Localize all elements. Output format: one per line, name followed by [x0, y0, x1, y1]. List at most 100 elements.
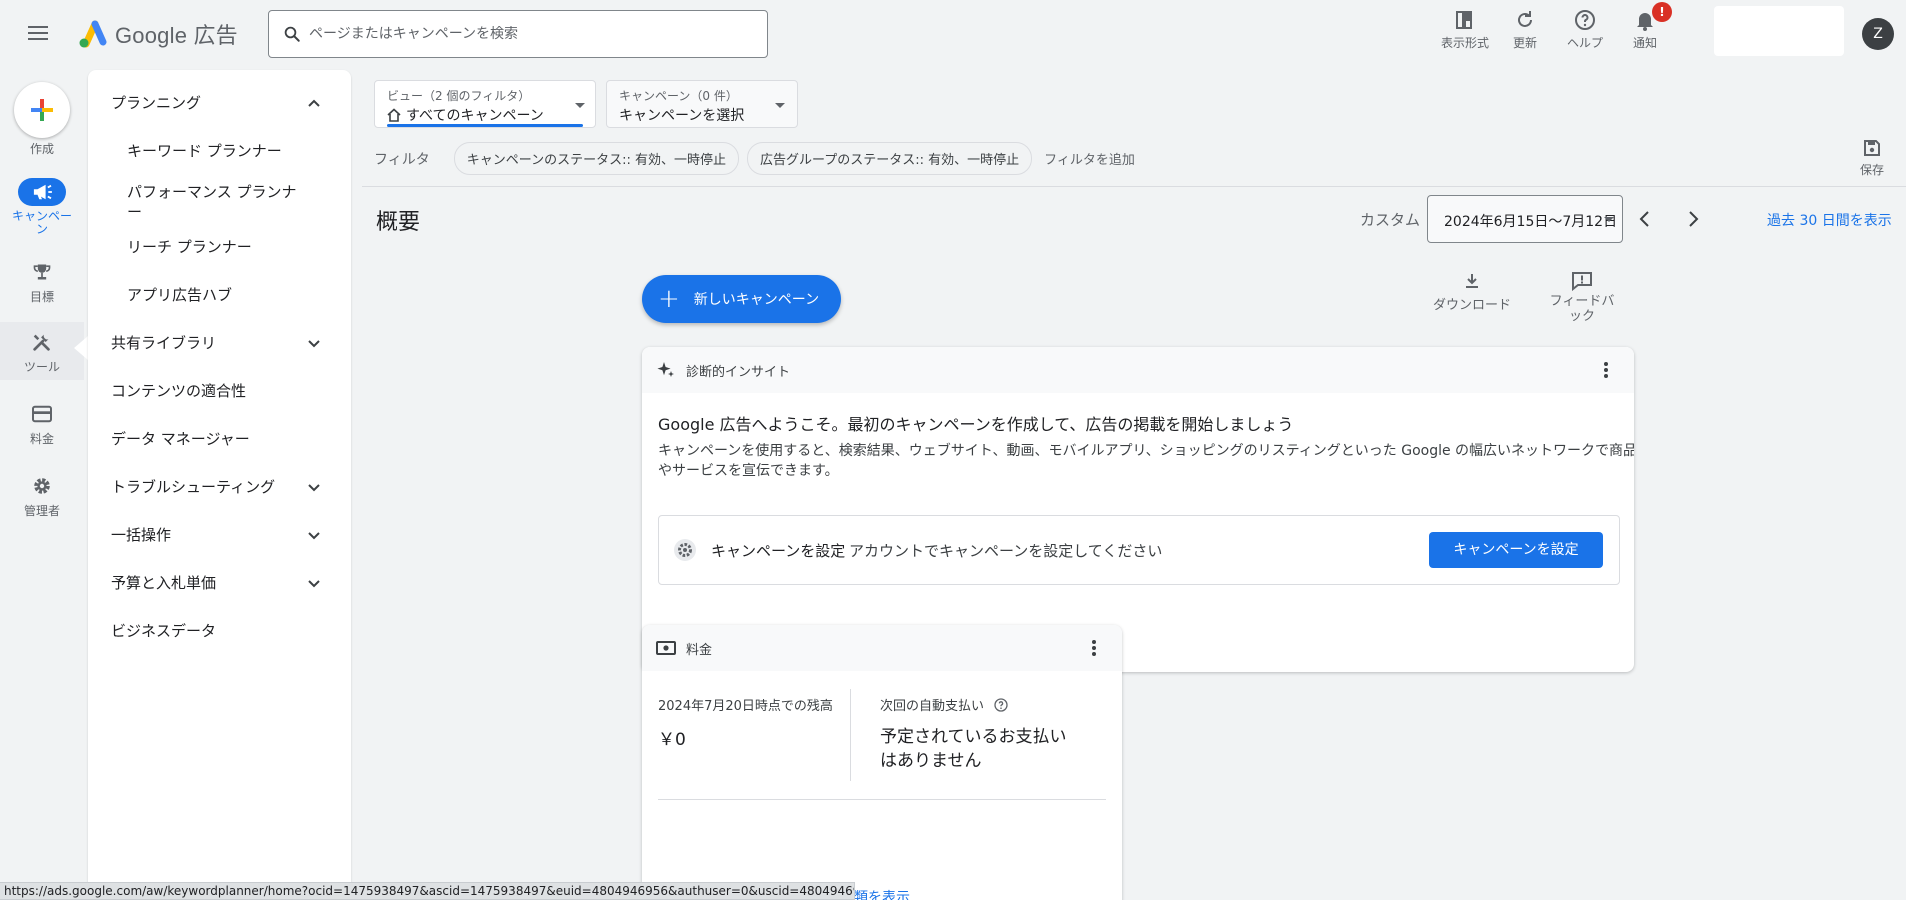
tools-icon — [18, 328, 66, 356]
rail-label-goals: 目標 — [29, 290, 54, 304]
home-icon — [387, 108, 401, 122]
chevron-down-icon — [308, 531, 320, 539]
tools-item-bulk-actions[interactable]: 一括操作 — [88, 524, 351, 545]
status-bar-url: https://ads.google.com/aw/keywordplanner… — [0, 882, 855, 900]
caret-down-icon — [575, 103, 585, 108]
rail-item-campaigns[interactable]: キャンペーン — [0, 178, 84, 236]
new-campaign-label: 新しいキャンペーン — [693, 292, 820, 308]
rail-label-tools: ツール — [23, 360, 60, 374]
rail-item-billing[interactable]: 料金 — [0, 400, 84, 447]
campaign-filter-caption: キャンペーン（0 件） — [619, 89, 738, 103]
billing-horizontal-divider — [658, 799, 1106, 800]
campaign-filter-dropdown[interactable]: キャンペーン（0 件） キャンペーンを選択 — [606, 80, 798, 128]
search-input[interactable] — [309, 26, 729, 42]
tools-item-content-suitability-label: コンテンツの適合性 — [111, 382, 247, 400]
chevron-up-icon — [308, 99, 320, 107]
tools-item-performance-planner[interactable]: パフォーマンス プランナー — [88, 182, 351, 222]
caret-down-icon — [1604, 217, 1614, 222]
add-filter-link[interactable]: フィルタを追加 — [1044, 149, 1135, 168]
tools-item-planning-label: プランニング — [111, 94, 202, 112]
next-payment-label: 次回の自動支払い — [880, 695, 1008, 714]
new-campaign-button[interactable]: + 新しいキャンペーン — [642, 275, 842, 323]
tools-item-business-data[interactable]: ビジネスデータ — [88, 620, 351, 641]
billing-card-header: 料金 — [642, 625, 1122, 671]
display-format-button[interactable]: 表示形式 — [1440, 8, 1490, 51]
last-30-days-link[interactable]: 過去 30 日間を表示 — [1767, 210, 1892, 230]
plus-icon: + — [658, 284, 680, 314]
tools-item-bulk-actions-label: 一括操作 — [111, 526, 172, 544]
google-ads-logo[interactable]: Google 広告 — [77, 18, 238, 50]
main-content: ビュー（2 個のフィルタ） すべてのキャンペーン キャンペーン（0 件） キャン… — [362, 68, 1906, 900]
setup-campaign-button[interactable]: キャンペーンを設定 — [1429, 532, 1603, 568]
refresh-label: 更新 — [1512, 36, 1537, 50]
view-filter-caption: ビュー（2 個のフィルタ） — [387, 89, 531, 103]
insights-welcome-description: キャンペーンを使用すると、検索結果、ウェブサイト、動画、モバイルアプリ、ショッピ… — [658, 443, 1634, 479]
notifications-label: 通知 — [1632, 36, 1657, 50]
avatar[interactable]: Z — [1862, 18, 1894, 50]
filter-chip-campaign-status[interactable]: キャンペーンのステータス:: 有効、一時停止 — [453, 142, 739, 175]
view-filter-dropdown[interactable]: ビュー（2 個のフィルタ） すべてのキャンペーン — [374, 80, 596, 128]
notifications-button[interactable]: ! 通知 — [1620, 2, 1672, 51]
date-range-type: カスタム — [1360, 211, 1421, 229]
insights-card: 診断的インサイト Google 広告へようこそ。最初のキャンペーンを作成して、広… — [642, 347, 1634, 672]
tools-panel-pointer — [74, 336, 88, 360]
campaign-setup-description: アカウントでキャンペーンを設定してください — [849, 542, 1163, 560]
campaign-setup-title: キャンペーンを設定 — [711, 542, 846, 560]
tools-item-app-ads-hub[interactable]: アプリ広告ハブ — [88, 284, 351, 305]
next-payment-label-text: 次回の自動支払い — [880, 699, 985, 714]
account-switcher[interactable] — [1714, 6, 1844, 56]
refresh-button[interactable]: 更新 — [1500, 8, 1550, 51]
rail-item-tools[interactable]: ツール — [0, 322, 84, 380]
search-box[interactable] — [268, 10, 768, 58]
tools-item-keyword-planner[interactable]: キーワード プランナー — [88, 140, 351, 161]
tools-item-data-manager-label: データ マネージャー — [111, 430, 250, 448]
help-icon[interactable] — [994, 697, 1008, 712]
gear-icon — [18, 472, 66, 500]
save-label: 保存 — [1860, 163, 1885, 177]
download-button[interactable]: ダウンロード — [1432, 271, 1512, 313]
filter-chip-adgroup-status[interactable]: 広告グループのステータス:: 有効、一時停止 — [746, 142, 1033, 175]
plus-icon — [31, 99, 53, 121]
campaign-setup-box: キャンペーンを設定 アカウントでキャンペーンを設定してください キャンペーンを設… — [658, 515, 1620, 585]
display-format-icon — [1456, 11, 1472, 29]
filter-label: フィルタ — [374, 151, 430, 168]
main-menu-icon[interactable] — [28, 22, 56, 46]
tools-item-reach-planner[interactable]: リーチ プランナー — [88, 236, 351, 257]
save-button[interactable]: 保存 — [1860, 138, 1884, 178]
search-icon — [284, 26, 300, 42]
help-button[interactable]: ヘルプ — [1560, 8, 1610, 51]
filter-divider — [362, 186, 1906, 187]
view-filter-value: すべてのキャンペーン — [387, 105, 544, 125]
next-period-icon[interactable] — [1681, 207, 1705, 231]
top-actions: 表示形式 更新 ヘルプ ! 通知 — [1440, 2, 1680, 51]
trophy-icon — [18, 258, 66, 286]
rail-item-admin[interactable]: 管理者 — [0, 472, 84, 519]
billing-divider — [850, 689, 851, 781]
tools-item-business-data-label: ビジネスデータ — [111, 622, 217, 640]
tools-item-data-manager[interactable]: データ マネージャー — [88, 428, 351, 449]
date-range-dropdown[interactable]: 2024年6月15日〜7月12日 — [1427, 195, 1623, 243]
tools-item-content-suitability[interactable]: コンテンツの適合性 — [88, 380, 351, 401]
filter-row: フィルタ キャンペーンのステータス:: 有効、一時停止 広告グループのステータス… — [374, 142, 1135, 175]
insights-card-header: 診断的インサイト — [642, 347, 1634, 393]
billing-card: 料金 2024年7月20日時点での残高 ￥0 次回の自動支払い 予定されているお… — [642, 625, 1122, 900]
tools-item-shared-library[interactable]: 共有ライブラリ — [88, 332, 351, 353]
tools-item-keyword-planner-label: キーワード プランナー — [127, 142, 282, 160]
tools-item-budgets-bids[interactable]: 予算と入札単価 — [88, 572, 351, 593]
rail-item-goals[interactable]: 目標 — [0, 258, 84, 305]
sparkle-icon — [657, 362, 674, 377]
save-icon — [1864, 140, 1880, 156]
previous-period-icon[interactable] — [1633, 207, 1657, 231]
help-label: ヘルプ — [1566, 36, 1603, 50]
create-button[interactable] — [14, 82, 70, 138]
google-ads-logo-icon — [79, 20, 107, 48]
campaign-filter-value: キャンペーンを選択 — [619, 108, 745, 124]
next-payment-value: 予定されているお支払いはありません — [880, 727, 1067, 771]
more-options-icon[interactable] — [1596, 359, 1616, 381]
tools-item-planning[interactable]: プランニング — [88, 92, 351, 113]
feedback-button[interactable]: フィードバック — [1542, 271, 1622, 324]
tools-item-troubleshooting[interactable]: トラブルシューティング — [88, 476, 351, 497]
more-options-icon[interactable] — [1084, 637, 1104, 659]
billing-card-title: 料金 — [686, 642, 713, 658]
tools-item-performance-planner-label: パフォーマンス プランナー — [127, 183, 297, 221]
